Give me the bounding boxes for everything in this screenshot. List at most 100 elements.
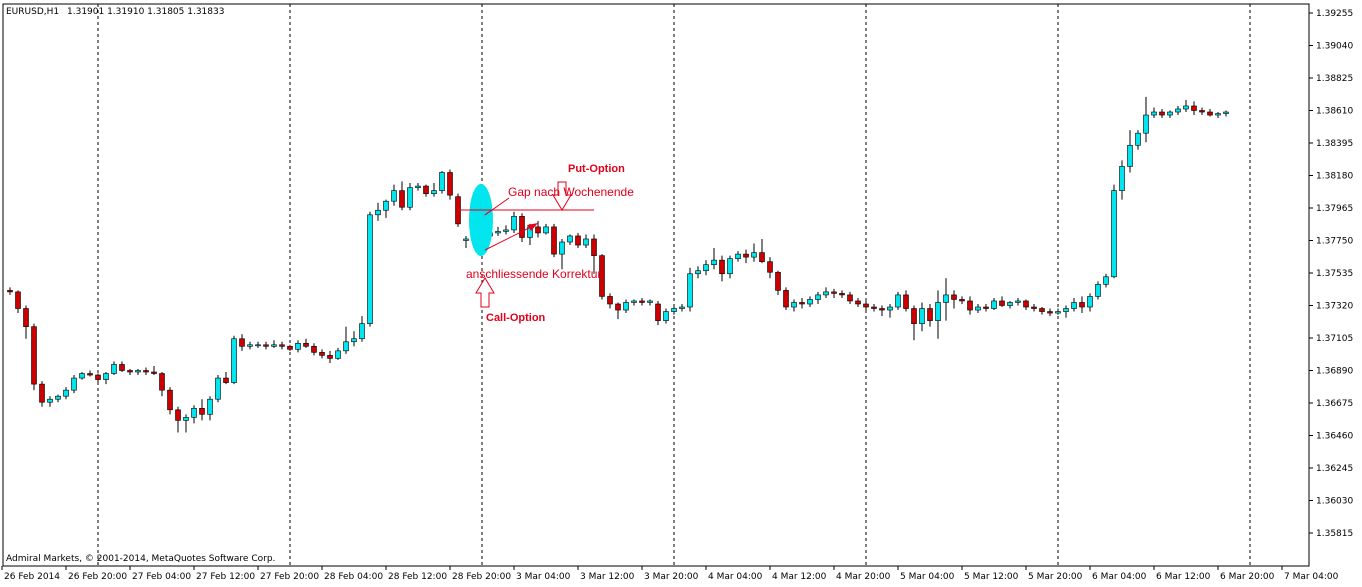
y-tick-label: 1.38825 <box>1316 74 1353 84</box>
candle-body <box>767 261 773 273</box>
candle-body <box>223 377 229 383</box>
candle-body <box>175 409 181 421</box>
candle-body <box>1071 302 1077 309</box>
candle-body <box>439 172 445 191</box>
correction-label: anschliessende Korrektur <box>466 267 601 281</box>
candle-body <box>407 187 413 208</box>
candle-body <box>519 216 525 238</box>
candle-body <box>295 342 301 350</box>
candle-body <box>631 300 637 303</box>
candle-body <box>663 311 669 321</box>
candle-body <box>535 226 541 234</box>
candle-body <box>431 190 437 194</box>
x-tick-label: 27 Feb 12:00 <box>196 572 255 582</box>
y-tick-label: 1.39255 <box>1316 9 1353 19</box>
candle-body <box>543 226 549 234</box>
candle-body <box>711 259 717 265</box>
candle-body <box>319 352 325 356</box>
x-tick-label: 3 Mar 04:00 <box>516 572 571 582</box>
candle-body <box>239 338 245 347</box>
candle-body <box>791 302 797 308</box>
candle-body <box>927 308 933 321</box>
x-tick-label: 6 Mar 12:00 <box>1156 572 1211 582</box>
candle-body <box>119 364 125 371</box>
candle-body <box>1183 105 1189 110</box>
y-tick-label: 1.36460 <box>1316 432 1353 442</box>
candle-body <box>255 344 261 347</box>
candle-body <box>359 323 365 340</box>
candle-body <box>735 253 741 259</box>
y-tick-label: 1.36890 <box>1316 367 1353 377</box>
candle-body <box>415 185 421 188</box>
candle-body <box>591 238 597 256</box>
candle-body <box>695 270 701 275</box>
x-tick-label: 4 Mar 04:00 <box>708 572 763 582</box>
candle-body <box>271 344 277 347</box>
candle-body <box>999 300 1005 306</box>
candle-body <box>1103 276 1109 285</box>
candle-body <box>231 338 237 383</box>
candle-body <box>167 389 173 411</box>
candle-body <box>1167 111 1173 116</box>
candle-body <box>807 299 813 305</box>
candle-body <box>71 377 77 391</box>
candle-body <box>335 350 341 359</box>
candle-body <box>655 303 661 321</box>
candle-body <box>671 308 677 312</box>
y-tick-label: 1.36245 <box>1316 464 1353 474</box>
candle-body <box>447 172 453 196</box>
candle-body <box>463 238 469 241</box>
candle-body <box>47 398 53 403</box>
candle-body <box>159 373 165 391</box>
x-tick-label: 5 Mar 04:00 <box>900 572 955 582</box>
candle-body <box>871 306 877 309</box>
candle-body <box>183 417 189 421</box>
x-tick-label: 6 Mar 20:00 <box>1220 572 1275 582</box>
candle-body <box>559 241 565 255</box>
candle-body <box>727 258 733 275</box>
x-tick-label: 3 Mar 12:00 <box>580 572 635 582</box>
symbol-header: EURUSD,H1 <box>6 7 59 17</box>
candle-body <box>63 389 69 397</box>
candle-body <box>1135 132 1141 146</box>
x-tick-label: 28 Feb 12:00 <box>388 572 447 582</box>
candle-body <box>207 398 213 415</box>
price-chart[interactable]: Put-Option Gap nach Wochenende anschlies… <box>0 0 1362 587</box>
candle-body <box>1191 105 1197 111</box>
x-tick-label: 27 Feb 04:00 <box>132 572 191 582</box>
candle-body <box>1143 114 1149 134</box>
gap-highlight-ellipse <box>469 184 493 256</box>
candle-body <box>983 306 989 309</box>
candle-body <box>583 238 589 246</box>
candle-body <box>1063 308 1069 312</box>
candle-body <box>1151 111 1157 116</box>
candle-body <box>1031 306 1037 309</box>
candle-body <box>1023 300 1029 308</box>
candle-body <box>383 200 389 211</box>
candle-body <box>343 341 349 352</box>
candle-body <box>495 231 501 234</box>
candle-body <box>143 370 149 373</box>
candle-body <box>991 300 997 309</box>
candle-body <box>39 383 45 403</box>
candle-body <box>279 344 285 347</box>
y-tick-label: 1.37320 <box>1316 302 1353 312</box>
x-tick-label: 6 Mar 04:00 <box>1092 572 1147 582</box>
candle-body <box>575 235 581 246</box>
candle-body <box>903 294 909 309</box>
candle-body <box>759 252 765 262</box>
candle-body <box>679 306 685 309</box>
candle-body <box>15 291 21 309</box>
candle-body <box>623 302 629 311</box>
x-tick-label: 4 Mar 20:00 <box>836 572 891 582</box>
candle-body <box>775 271 781 291</box>
candle-body <box>327 355 333 359</box>
candle-body <box>1079 302 1085 308</box>
candle-body <box>551 226 557 255</box>
candle-body <box>1015 300 1021 303</box>
candle-body <box>743 253 749 258</box>
candle-body <box>799 302 805 305</box>
candle-body <box>199 407 205 415</box>
candle-body <box>503 229 509 232</box>
candle-body <box>879 308 885 311</box>
